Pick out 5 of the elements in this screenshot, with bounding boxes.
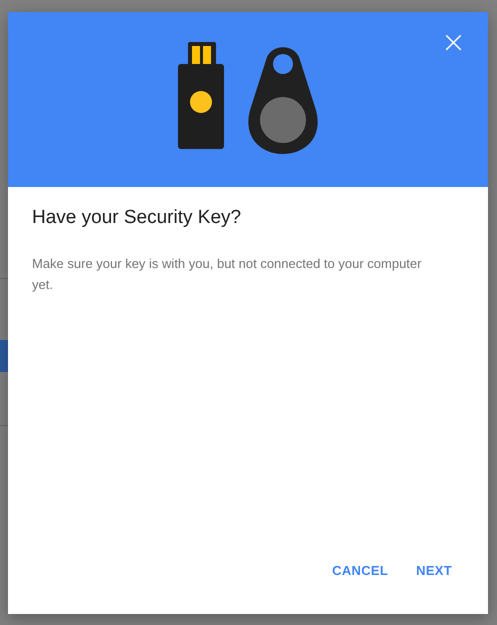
- dialog-message: Make sure your key is with you, but not connected to your computer yet.: [32, 255, 422, 294]
- dialog-title: Have your Security Key?: [32, 207, 242, 229]
- close-button[interactable]: ×: [436, 28, 470, 58]
- dialog-button[interactable]: NEXT: [406, 557, 462, 584]
- dialog-button[interactable]: CANCEL: [322, 557, 398, 584]
